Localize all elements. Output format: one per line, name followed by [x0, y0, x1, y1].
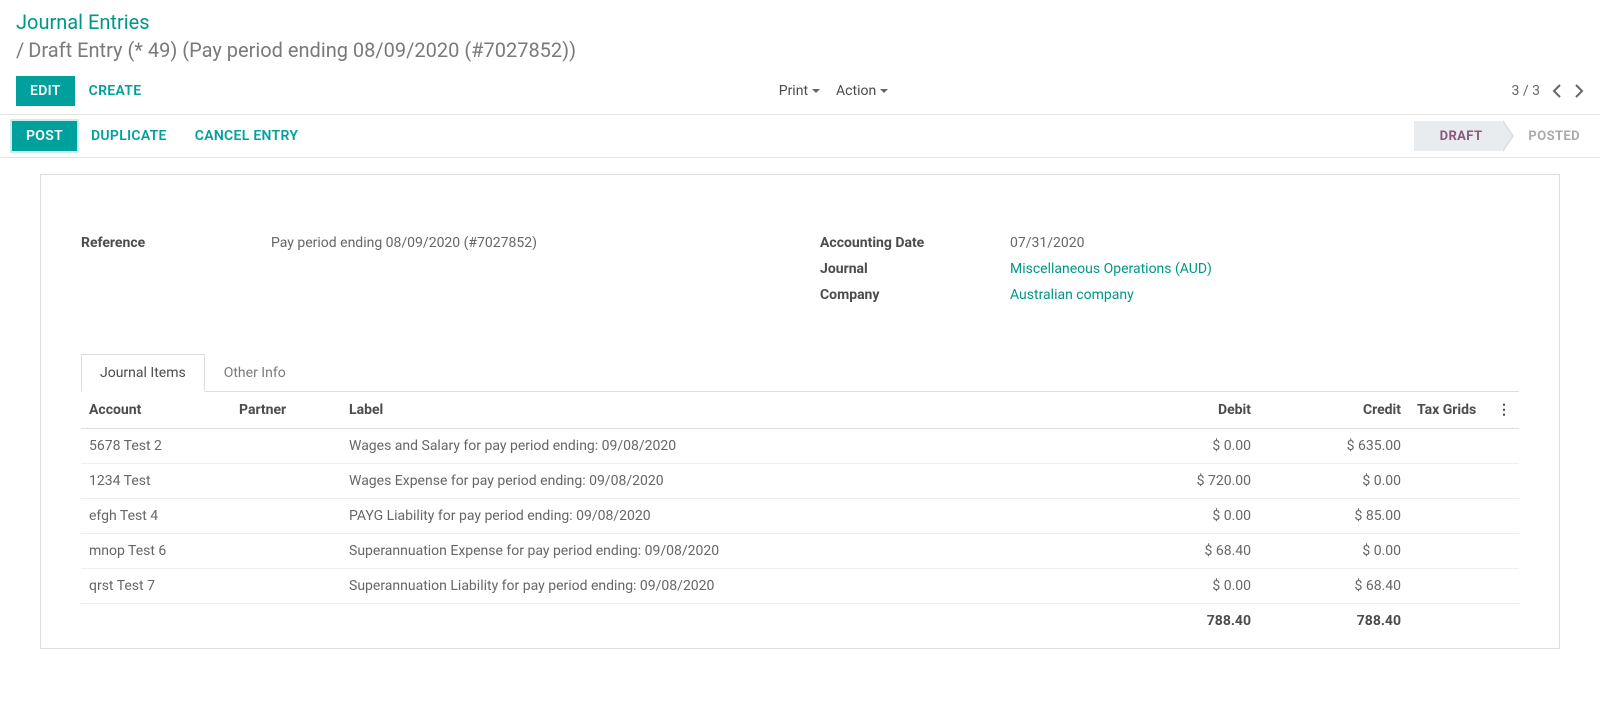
cell-credit: $ 85.00 [1259, 499, 1409, 534]
cell-label: Wages and Salary for pay period ending: … [341, 429, 1129, 464]
total-debit: 788.40 [1129, 604, 1259, 639]
company-value[interactable]: Australian company [1010, 287, 1134, 303]
accounting-date-value: 07/31/2020 [1010, 235, 1085, 251]
cell-credit: $ 0.00 [1259, 534, 1409, 569]
cell-tax-grids [1409, 569, 1489, 604]
reference-label: Reference [81, 235, 271, 251]
th-label[interactable]: Label [341, 392, 1129, 429]
tabs: Journal Items Other Info [81, 353, 1519, 392]
table-row[interactable]: qrst Test 7 Superannuation Liability for … [81, 569, 1519, 604]
tab-other-info[interactable]: Other Info [205, 354, 305, 392]
cell-credit: $ 68.40 [1259, 569, 1409, 604]
cell-account: 1234 Test [81, 464, 231, 499]
pager-prev-icon[interactable] [1552, 83, 1562, 99]
th-tax-grids[interactable]: Tax Grids [1409, 392, 1489, 429]
th-credit[interactable]: Credit [1259, 392, 1409, 429]
cell-tax-grids [1409, 464, 1489, 499]
total-credit: 788.40 [1259, 604, 1409, 639]
form-sheet: Reference Pay period ending 08/09/2020 (… [40, 174, 1560, 649]
accounting-date-label: Accounting Date [820, 235, 1010, 251]
table-row[interactable]: 1234 Test Wages Expense for pay period en… [81, 464, 1519, 499]
chevron-down-icon [812, 89, 820, 93]
create-button[interactable]: CREATE [75, 76, 156, 106]
pager-text: 3 / 3 [1512, 83, 1540, 99]
cell-label: Superannuation Expense for pay period en… [341, 534, 1129, 569]
edit-button[interactable]: EDIT [16, 76, 75, 106]
breadcrumb-current: /Draft Entry (* 49) (Pay period ending 0… [16, 38, 1584, 62]
cell-debit: $ 720.00 [1129, 464, 1259, 499]
breadcrumb-root[interactable]: Journal Entries [16, 10, 1584, 34]
cell-tax-grids [1409, 499, 1489, 534]
tab-journal-items[interactable]: Journal Items [81, 354, 205, 392]
journal-value[interactable]: Miscellaneous Operations (AUD) [1010, 261, 1212, 277]
column-menu-icon[interactable]: ⋮ [1489, 392, 1519, 429]
print-dropdown[interactable]: Print [779, 83, 820, 99]
cell-credit: $ 635.00 [1259, 429, 1409, 464]
th-partner[interactable]: Partner [231, 392, 341, 429]
table-row[interactable]: efgh Test 4 PAYG Liability for pay period… [81, 499, 1519, 534]
cell-tax-grids [1409, 534, 1489, 569]
cancel-entry-button[interactable]: CANCEL ENTRY [181, 121, 312, 151]
cell-partner [231, 499, 341, 534]
cell-label: PAYG Liability for pay period ending: 09… [341, 499, 1129, 534]
cell-debit: $ 0.00 [1129, 569, 1259, 604]
toolbar: EDIT CREATE Print Action 3 / 3 [0, 72, 1600, 115]
table-row[interactable]: mnop Test 6 Superannuation Expense for pa… [81, 534, 1519, 569]
cell-debit: $ 0.00 [1129, 429, 1259, 464]
cell-label: Wages Expense for pay period ending: 09/… [341, 464, 1129, 499]
status-posted[interactable]: POSTED [1502, 121, 1600, 151]
duplicate-button[interactable]: DUPLICATE [77, 121, 181, 151]
cell-debit: $ 68.40 [1129, 534, 1259, 569]
company-label: Company [820, 287, 1010, 303]
th-account[interactable]: Account [81, 392, 231, 429]
journal-items-table: Account Partner Label Debit Credit Tax G… [81, 392, 1519, 638]
cell-partner [231, 429, 341, 464]
cell-account: mnop Test 6 [81, 534, 231, 569]
journal-label: Journal [820, 261, 1010, 277]
cell-debit: $ 0.00 [1129, 499, 1259, 534]
reference-value: Pay period ending 08/09/2020 (#7027852) [271, 235, 537, 251]
pager: 3 / 3 [1512, 83, 1584, 99]
cell-account: 5678 Test 2 [81, 429, 231, 464]
th-debit[interactable]: Debit [1129, 392, 1259, 429]
cell-label: Superannuation Liability for pay period … [341, 569, 1129, 604]
cell-partner [231, 534, 341, 569]
cell-partner [231, 569, 341, 604]
cell-account: qrst Test 7 [81, 569, 231, 604]
action-dropdown[interactable]: Action [836, 83, 888, 99]
statusbar: POST DUPLICATE CANCEL ENTRY DRAFT POSTED [0, 115, 1600, 158]
post-button[interactable]: POST [12, 121, 77, 151]
chevron-down-icon [880, 89, 888, 93]
cell-credit: $ 0.00 [1259, 464, 1409, 499]
table-row[interactable]: 5678 Test 2 Wages and Salary for pay peri… [81, 429, 1519, 464]
cell-partner [231, 464, 341, 499]
status-draft[interactable]: DRAFT [1414, 121, 1503, 151]
cell-account: efgh Test 4 [81, 499, 231, 534]
pager-next-icon[interactable] [1574, 83, 1584, 99]
cell-tax-grids [1409, 429, 1489, 464]
